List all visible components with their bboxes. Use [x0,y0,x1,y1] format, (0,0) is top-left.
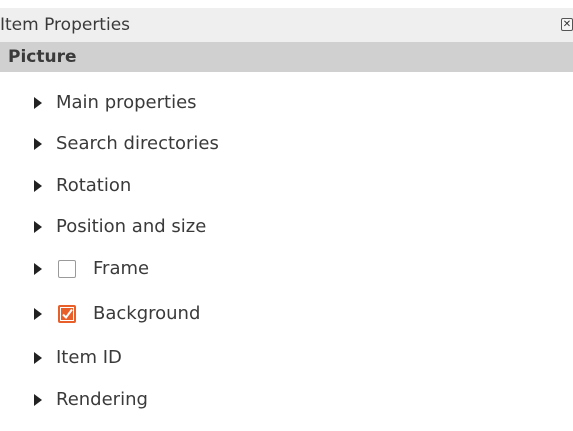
group-item-id[interactable]: Item ID [0,343,573,373]
expand-arrow-icon[interactable] [34,221,42,233]
section-header-picture: Picture [0,42,573,72]
expand-arrow-icon[interactable] [34,308,42,320]
expand-arrow-icon[interactable] [34,352,42,364]
group-label: Background [93,303,201,324]
group-position-and-size[interactable]: Position and size [0,212,573,242]
group-label: Frame [93,258,150,279]
expand-arrow-icon[interactable] [34,394,42,406]
expand-arrow-icon[interactable] [34,138,42,150]
panel-title: Item Properties [0,15,131,35]
group-label: Main properties [56,92,197,113]
group-label: Item ID [56,347,122,368]
checkmark-icon [60,307,74,321]
expand-arrow-icon[interactable] [34,180,42,192]
group-background[interactable]: Background [0,299,573,329]
background-checkbox[interactable] [58,305,76,323]
item-properties-panel: Item Properties ✕ Picture Main propertie… [0,0,573,431]
close-icon[interactable]: ✕ [561,18,573,31]
group-label: Rendering [56,389,148,410]
section-title: Picture [8,47,77,67]
group-frame[interactable]: Frame [0,254,573,284]
group-label: Rotation [56,175,132,196]
expand-arrow-icon[interactable] [34,263,42,275]
group-label: Position and size [56,216,207,237]
group-search-directories[interactable]: Search directories [0,129,573,159]
group-label: Search directories [56,133,219,154]
group-main-properties[interactable]: Main properties [0,88,573,118]
expand-arrow-icon[interactable] [34,97,42,109]
group-rendering[interactable]: Rendering [0,385,573,415]
panel-titlebar: Item Properties ✕ [0,8,573,42]
group-rotation[interactable]: Rotation [0,171,573,201]
frame-checkbox[interactable] [58,260,76,278]
